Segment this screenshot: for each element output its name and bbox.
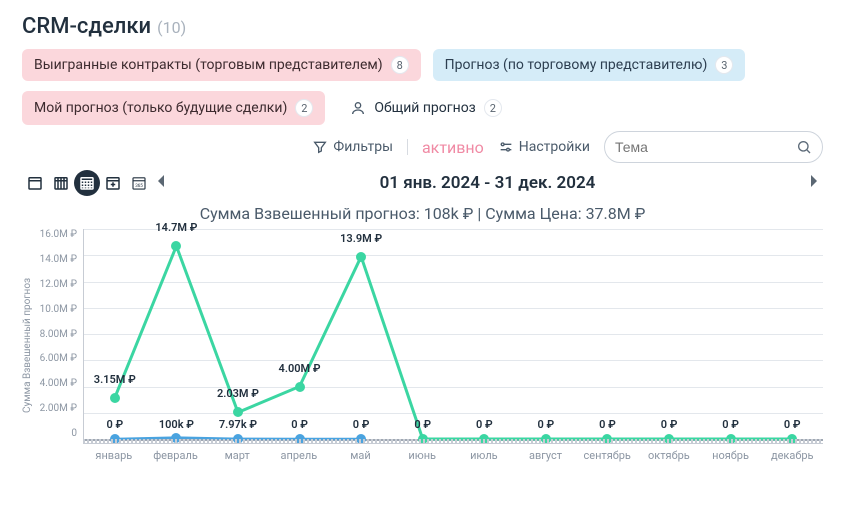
- filter-chip[interactable]: Мой прогноз (только будущие сделки) 2: [22, 91, 325, 125]
- data-label: 0 ₽: [722, 418, 739, 431]
- x-tick: февраль: [145, 439, 207, 462]
- y-tick: 0: [71, 428, 77, 439]
- calendar-view-switcher: 365: [22, 170, 152, 196]
- data-label: 14.7M ₽: [155, 221, 197, 234]
- x-tick: июль: [453, 439, 515, 462]
- calendar-add-button[interactable]: [100, 170, 126, 196]
- filters-label: Фильтры: [333, 139, 393, 155]
- x-axis: январьфевральмартапрельмайиюньиюльавгуст…: [83, 439, 823, 462]
- x-tick: сентябрь: [576, 439, 638, 462]
- data-label: 4.00M ₽: [279, 362, 321, 375]
- active-status: активно: [422, 138, 484, 157]
- data-label: 7.97k ₽: [219, 418, 257, 431]
- y-tick: 4.00M ₽: [40, 378, 77, 389]
- data-label: 3.15M ₽: [94, 373, 136, 386]
- data-label: 0 ₽: [661, 418, 678, 431]
- settings-button[interactable]: Настройки: [498, 139, 590, 155]
- next-range-button[interactable]: [805, 169, 823, 196]
- chip-label: Общий прогноз: [374, 100, 475, 116]
- y-tick: 14.0M ₽: [40, 254, 77, 265]
- data-label: 0 ₽: [784, 418, 801, 431]
- plot-area: 3.15M ₽0 ₽14.7M ₽100k ₽2.03M ₽7.97k ₽4.0…: [83, 229, 823, 439]
- chip-badge: 2: [295, 99, 313, 117]
- calendar-month-button[interactable]: [74, 170, 100, 196]
- data-label: 0 ₽: [599, 418, 616, 431]
- search-input[interactable]: [615, 139, 796, 155]
- series-line: [84, 229, 823, 439]
- chip-label: Выигранные контракты (торговым представи…: [34, 57, 383, 73]
- y-tick: 16.0M ₽: [40, 229, 77, 240]
- y-axis: 16.0M ₽ 14.0M ₽ 12.0M ₽ 10.0M ₽ 8.00M ₽ 6.00M…: [37, 229, 79, 439]
- x-tick: ноябрь: [700, 439, 762, 462]
- x-tick: октябрь: [638, 439, 700, 462]
- x-tick: июнь: [391, 439, 453, 462]
- y-tick: 10.0M ₽: [40, 304, 77, 315]
- separator: [407, 139, 408, 155]
- chip-badge: 2: [484, 99, 502, 117]
- y-axis-title: Сумма Взвешенный прогноз: [22, 229, 33, 462]
- title-count: (10): [157, 18, 186, 37]
- data-label: 0 ₽: [106, 418, 123, 431]
- funnel-icon: [312, 139, 328, 155]
- date-range-bar: 365 01 янв. 2024 - 31 дек. 2024: [22, 169, 823, 196]
- prev-range-button[interactable]: [152, 169, 170, 196]
- x-tick: апрель: [268, 439, 330, 462]
- search-field[interactable]: [604, 131, 823, 163]
- chart-summary: Сумма Взвешенный прогноз: 108k ₽ | Сумма…: [22, 204, 823, 223]
- data-label: 0 ₽: [353, 418, 370, 431]
- calendar-365-button[interactable]: 365: [126, 170, 152, 196]
- x-tick: август: [515, 439, 577, 462]
- chip-row: Выигранные контракты (торговым представи…: [22, 49, 823, 125]
- filter-chip[interactable]: Прогноз (по торговому представителю) 3: [433, 49, 746, 81]
- x-tick: январь: [83, 439, 145, 462]
- chip-label: Мой прогноз (только будущие сделки): [34, 100, 287, 116]
- date-range-label: 01 янв. 2024 - 31 дек. 2024: [170, 173, 805, 193]
- y-tick: 8.00M ₽: [40, 329, 77, 340]
- data-label: 13.9M ₽: [340, 232, 382, 245]
- chart: Сумма Взвешенный прогноз 16.0M ₽14.0M ₽1…: [22, 229, 823, 462]
- filters-button[interactable]: Фильтры: [312, 139, 393, 155]
- filter-chip[interactable]: Общий прогноз 2: [337, 91, 514, 125]
- data-label: 2.03M ₽: [217, 387, 259, 400]
- x-tick: май: [330, 439, 392, 462]
- chip-badge: 8: [391, 56, 409, 74]
- chip-label: Прогноз (по торговому представителю): [445, 57, 708, 73]
- search-icon: [796, 139, 812, 155]
- toolbar: Фильтры активно Настройки: [22, 131, 823, 163]
- y-tick: 12.0M ₽: [40, 279, 77, 290]
- y-tick: 2.00M ₽: [40, 403, 77, 414]
- user-icon: [350, 100, 366, 116]
- x-tick: март: [206, 439, 268, 462]
- calendar-day-button[interactable]: [22, 170, 48, 196]
- filter-chip[interactable]: Выигранные контракты (торговым представи…: [22, 49, 421, 81]
- data-label: 0 ₽: [291, 418, 308, 431]
- page-title: CRM-сделки: [22, 14, 151, 39]
- data-label: 100k ₽: [159, 418, 194, 431]
- chip-badge: 3: [715, 56, 733, 74]
- y-tick: 6.00M ₽: [40, 353, 77, 364]
- calendar-week-button[interactable]: [48, 170, 74, 196]
- data-label: 0 ₽: [476, 418, 493, 431]
- svg-text:365: 365: [135, 182, 143, 188]
- x-tick: декабрь: [761, 439, 823, 462]
- data-label: 0 ₽: [538, 418, 555, 431]
- settings-label: Настройки: [519, 139, 590, 155]
- sliders-icon: [498, 139, 514, 155]
- data-label: 0 ₽: [414, 418, 431, 431]
